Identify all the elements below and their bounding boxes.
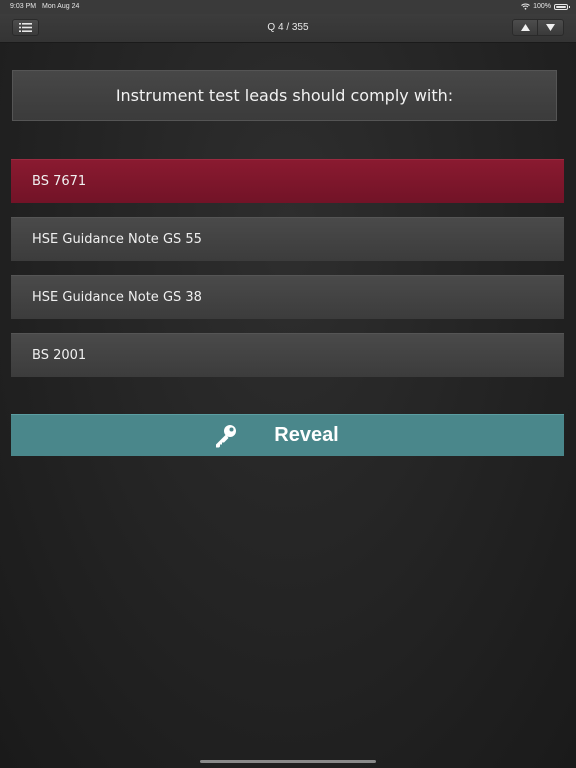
previous-question-button[interactable]	[512, 19, 538, 36]
answer-option-2[interactable]: HSE Guidance Note GS 55	[11, 217, 564, 261]
answer-option-1[interactable]: BS 7671	[11, 159, 564, 203]
question-navigation	[512, 19, 564, 36]
wifi-icon	[521, 3, 530, 10]
triangle-down-icon	[546, 24, 555, 31]
battery-percent: 100%	[533, 3, 551, 10]
question-counter: Q 4 / 355	[267, 22, 309, 33]
battery-icon	[554, 3, 570, 10]
next-question-button[interactable]	[538, 19, 564, 36]
answer-option-3[interactable]: HSE Guidance Note GS 38	[11, 275, 564, 319]
status-right: 100%	[521, 3, 570, 10]
triangle-up-icon	[520, 24, 530, 31]
app-screen: 9:03 PM Mon Aug 24 100% Q 4 / 355 Instru…	[0, 0, 576, 768]
status-date: Mon Aug 24	[42, 3, 80, 10]
reveal-button[interactable]: Reveal	[11, 414, 564, 456]
question-text: Instrument test leads should comply with…	[12, 70, 557, 121]
battery-level	[556, 5, 566, 8]
reveal-label: Reveal	[274, 424, 339, 446]
answer-option-4[interactable]: BS 2001	[11, 333, 564, 377]
nav-bar: Q 4 / 355	[0, 14, 576, 43]
status-bar: 9:03 PM Mon Aug 24 100%	[0, 0, 576, 14]
key-icon	[216, 424, 237, 447]
status-time: 9:03 PM	[10, 3, 37, 10]
home-indicator[interactable]	[200, 760, 376, 763]
